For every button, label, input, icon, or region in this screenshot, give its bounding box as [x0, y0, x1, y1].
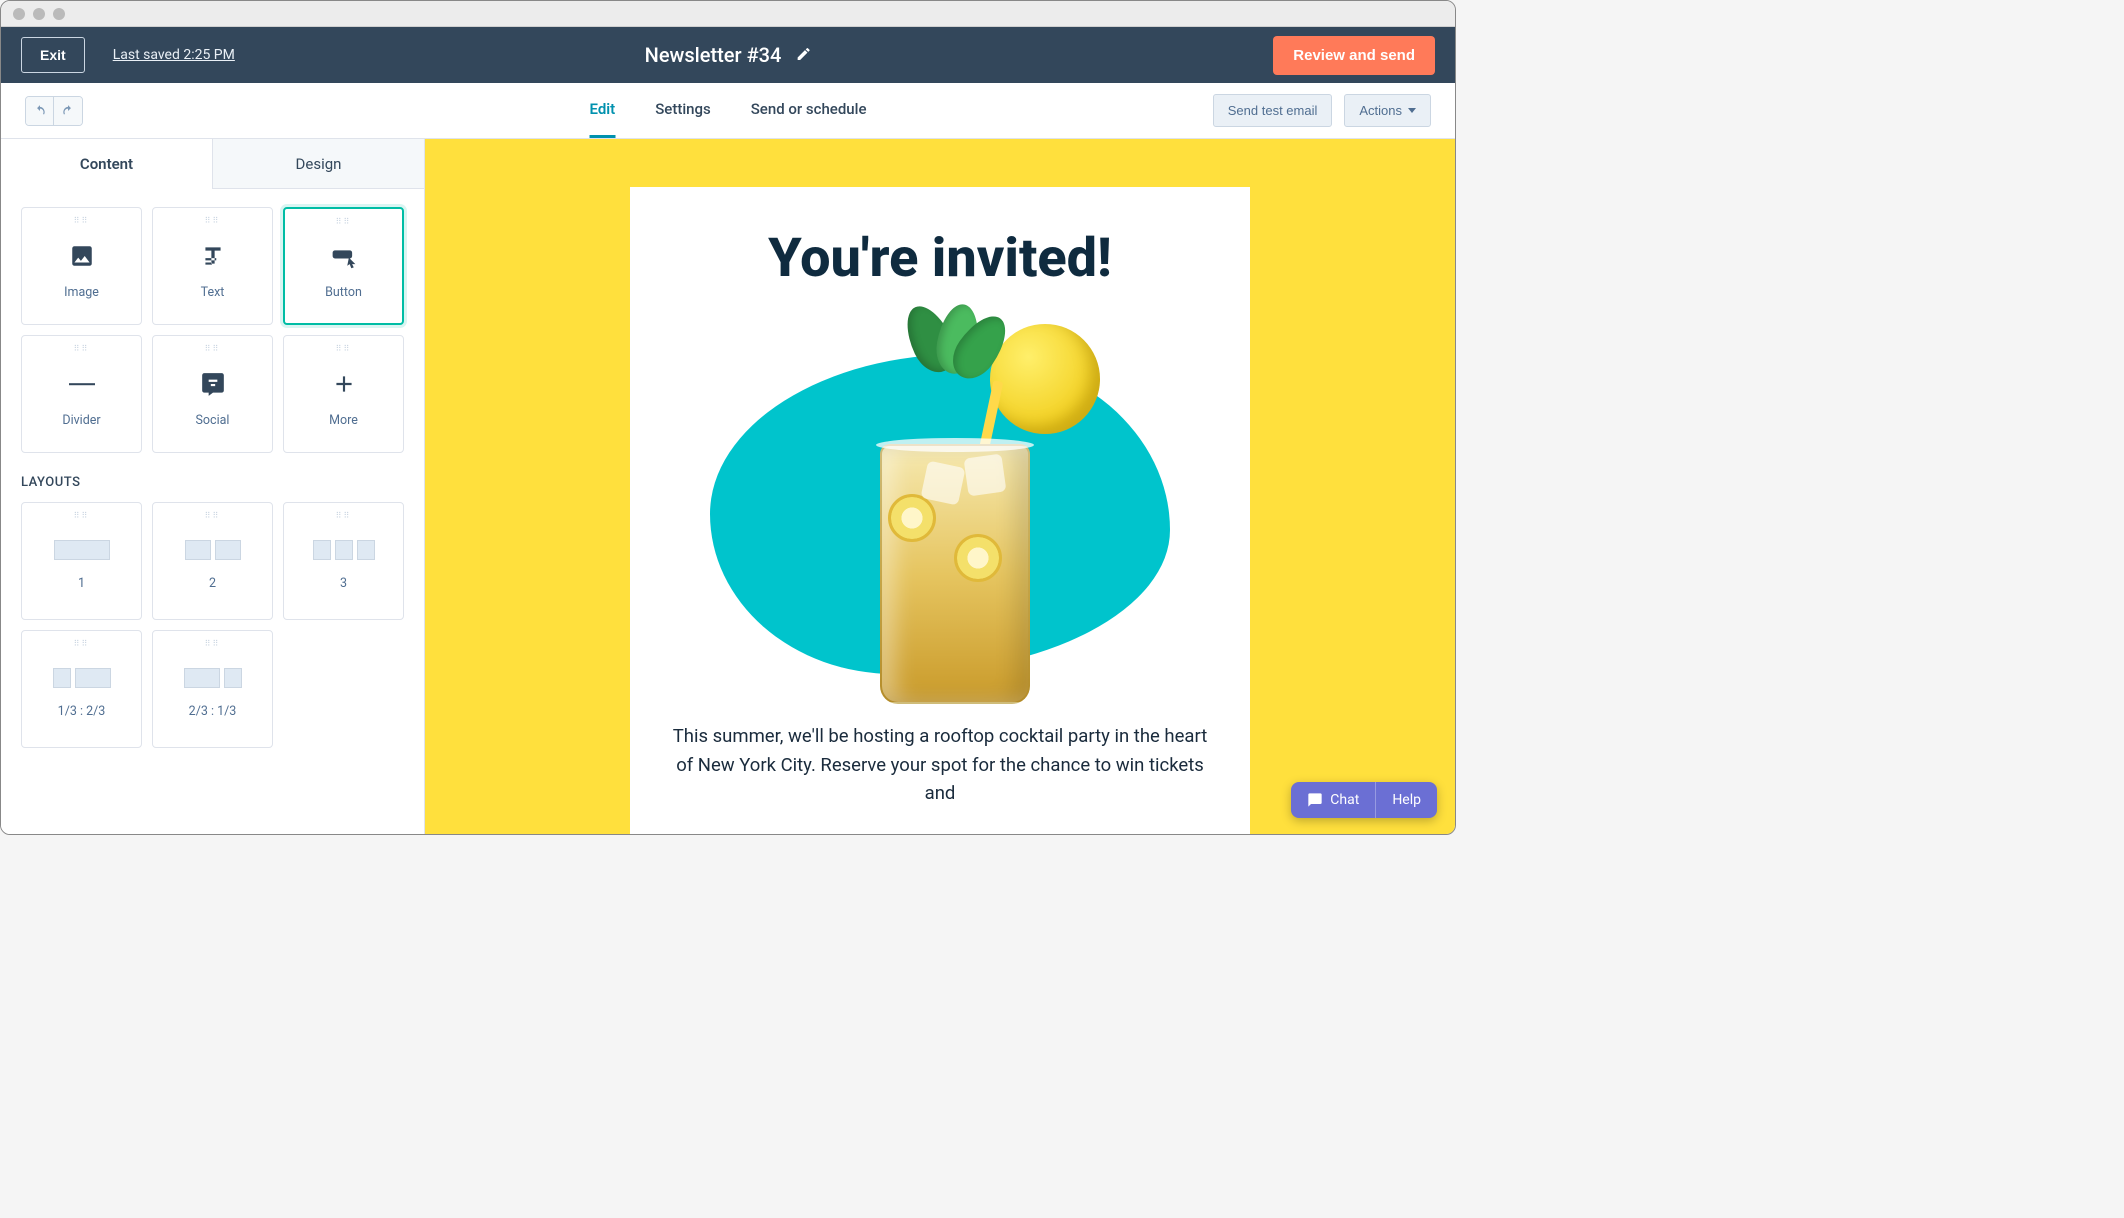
grip-icon: ⠿⠿ [74, 344, 90, 353]
text-icon [200, 243, 226, 273]
chevron-down-icon [1408, 108, 1416, 113]
block-label: Image [64, 285, 99, 300]
traffic-light-max[interactable] [53, 8, 65, 20]
help-button[interactable]: Help [1375, 782, 1437, 818]
glass-graphic [870, 384, 1040, 704]
layout-label: 1/3 : 2/3 [58, 704, 106, 719]
email-body-text[interactable]: This summer, we'll be hosting a rooftop … [664, 722, 1216, 808]
layout-label: 1 [78, 576, 85, 591]
layout-preview [53, 668, 111, 688]
redo-button[interactable] [54, 97, 82, 125]
layout-23-13[interactable]: ⠿⠿ 2/3 : 1/3 [152, 630, 273, 748]
traffic-light-min[interactable] [33, 8, 45, 20]
block-text[interactable]: ⠿⠿ Text [152, 207, 273, 325]
layouts-heading: LAYOUTS [21, 475, 404, 490]
lemon-slice [954, 534, 1002, 582]
block-label: Button [325, 285, 362, 300]
layout-label: 2 [209, 576, 216, 591]
divider-icon [69, 371, 95, 401]
chat-label: Chat [1330, 792, 1359, 808]
layout-preview [184, 668, 242, 688]
block-more[interactable]: ⠿⠿ More [283, 335, 404, 453]
undo-button[interactable] [26, 97, 54, 125]
edit-title-icon[interactable] [795, 43, 811, 67]
undo-redo-group [25, 96, 83, 126]
app-header: Exit Last saved 2:25 PM Newsletter #34 R… [1, 27, 1455, 83]
block-label: Text [201, 285, 225, 300]
grip-icon: ⠿⠿ [205, 639, 221, 648]
grip-icon: ⠿⠿ [336, 511, 352, 520]
hero-image[interactable] [690, 314, 1190, 694]
image-icon [69, 243, 95, 273]
tab-settings[interactable]: Settings [655, 83, 711, 138]
center-tabs: Edit Settings Send or schedule [590, 83, 867, 138]
grip-icon: ⠿⠿ [336, 344, 352, 353]
ice-cube [920, 460, 965, 505]
grip-icon: ⠿⠿ [74, 639, 90, 648]
lemon-slice [888, 494, 936, 542]
chat-icon [1307, 792, 1323, 808]
chat-button[interactable]: Chat [1291, 782, 1375, 818]
sidebar-tabs: Content Design [1, 139, 424, 189]
block-label: More [329, 413, 358, 428]
grip-icon: ⠿⠿ [74, 511, 90, 520]
block-grid: ⠿⠿ Image ⠿⠿ Text ⠿⠿ [21, 207, 404, 453]
main-area: Content Design ⠿⠿ Image ⠿⠿ [1, 139, 1455, 834]
mint-graphic [910, 304, 990, 394]
actions-label: Actions [1359, 103, 1402, 118]
sub-nav: Edit Settings Send or schedule Send test… [1, 83, 1455, 139]
layout-preview [185, 540, 241, 560]
layout-preview [54, 540, 110, 560]
block-button[interactable]: ⠿⠿ Button [283, 207, 404, 325]
block-image[interactable]: ⠿⠿ Image [21, 207, 142, 325]
block-social[interactable]: ⠿⠿ Social [152, 335, 273, 453]
review-send-button[interactable]: Review and send [1273, 36, 1435, 75]
document-title[interactable]: Newsletter #34 [645, 43, 782, 67]
grip-icon: ⠿⠿ [336, 217, 352, 226]
block-divider[interactable]: ⠿⠿ Divider [21, 335, 142, 453]
block-label: Divider [62, 413, 100, 428]
tab-edit[interactable]: Edit [590, 83, 616, 138]
button-icon [331, 243, 357, 273]
layout-label: 3 [340, 576, 347, 591]
sidebar-tab-design[interactable]: Design [213, 139, 424, 189]
sidebar-tab-content[interactable]: Content [1, 139, 213, 189]
traffic-light-close[interactable] [13, 8, 25, 20]
actions-dropdown[interactable]: Actions [1344, 94, 1431, 127]
social-icon [200, 371, 226, 401]
layout-3col[interactable]: ⠿⠿ 3 [283, 502, 404, 620]
layout-preview [313, 540, 375, 560]
layout-1col[interactable]: ⠿⠿ 1 [21, 502, 142, 620]
email-heading[interactable]: You're invited! [664, 227, 1216, 290]
send-test-email-button[interactable]: Send test email [1213, 94, 1333, 127]
grip-icon: ⠿⠿ [205, 344, 221, 353]
grip-icon: ⠿⠿ [205, 216, 221, 225]
document-title-group: Newsletter #34 [645, 43, 812, 67]
left-sidebar: Content Design ⠿⠿ Image ⠿⠿ [1, 139, 425, 834]
tab-send-schedule[interactable]: Send or schedule [751, 83, 867, 138]
app-window: Exit Last saved 2:25 PM Newsletter #34 R… [0, 0, 1456, 835]
right-actions: Send test email Actions [1213, 94, 1431, 127]
canvas[interactable]: You're invited! [425, 139, 1455, 834]
plus-icon [331, 371, 357, 401]
chat-help-widget: Chat Help [1291, 782, 1437, 818]
exit-button[interactable]: Exit [21, 37, 85, 73]
block-label: Social [196, 413, 230, 428]
email-preview[interactable]: You're invited! [630, 187, 1250, 834]
layout-grid: ⠿⠿ 1 ⠿⠿ 2 ⠿⠿ 3 ⠿⠿ [21, 502, 404, 748]
sidebar-content: ⠿⠿ Image ⠿⠿ Text ⠿⠿ [1, 189, 424, 766]
grip-icon: ⠿⠿ [205, 511, 221, 520]
layout-13-23[interactable]: ⠿⠿ 1/3 : 2/3 [21, 630, 142, 748]
glass-rim [876, 438, 1034, 452]
last-saved-text[interactable]: Last saved 2:25 PM [113, 47, 235, 63]
grip-icon: ⠿⠿ [74, 216, 90, 225]
layout-2col[interactable]: ⠿⠿ 2 [152, 502, 273, 620]
window-titlebar [1, 1, 1455, 27]
help-label: Help [1392, 792, 1421, 808]
ice-cube [964, 454, 1007, 497]
layout-label: 2/3 : 1/3 [189, 704, 237, 719]
